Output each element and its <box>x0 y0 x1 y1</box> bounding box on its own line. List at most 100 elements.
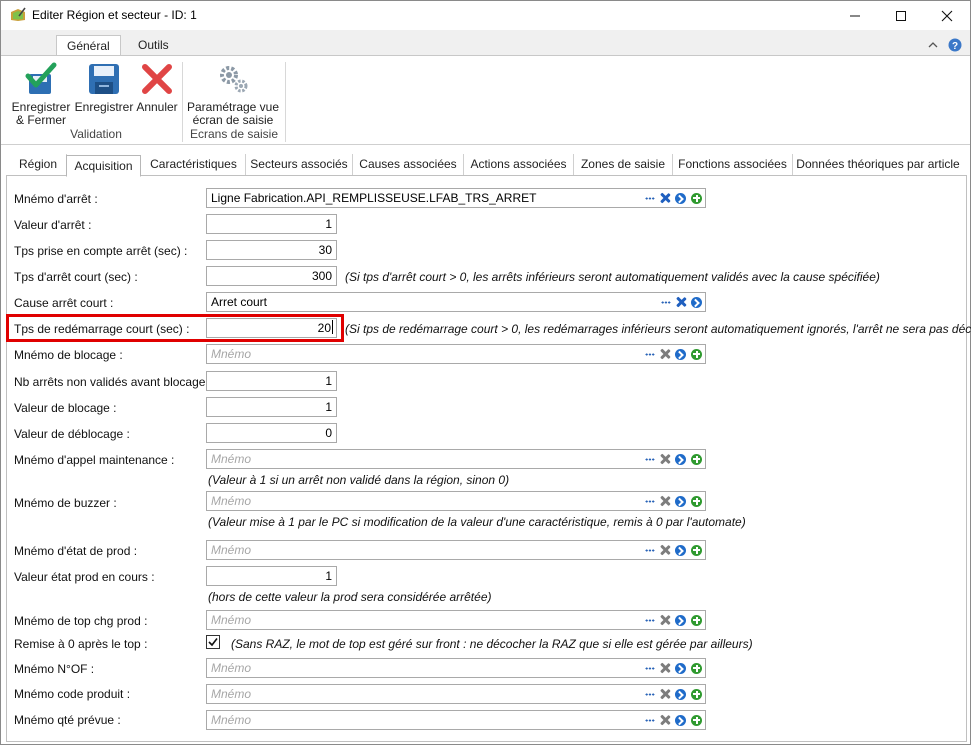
open-icon[interactable] <box>675 662 686 674</box>
remise-zero-checkbox[interactable] <box>206 635 220 649</box>
mnemo-top-chg-field[interactable]: Mnémo <box>206 610 706 630</box>
tab-acquisition[interactable]: Acquisition <box>66 155 141 177</box>
maximize-icon <box>896 10 906 21</box>
tps-redemarrage-field[interactable]: 20 <box>206 318 337 338</box>
add-icon[interactable] <box>691 348 702 360</box>
tab-actions-associees[interactable]: Actions associées <box>464 154 574 176</box>
browse-icon[interactable] <box>645 499 655 503</box>
add-icon[interactable] <box>691 714 702 726</box>
open-icon[interactable] <box>675 453 686 465</box>
valeur-etat-prod-field[interactable]: 1 <box>206 566 337 586</box>
browse-icon[interactable] <box>645 666 655 670</box>
mnemo-blocage-field[interactable]: Mnémo <box>206 344 706 364</box>
mnemo-code-produit-label: Mnémo code produit : <box>14 687 131 701</box>
open-icon[interactable] <box>675 614 686 626</box>
mnemo-maintenance-placeholder: Mnémo <box>211 452 252 466</box>
tps-prise-field[interactable]: 30 <box>206 240 337 260</box>
open-icon[interactable] <box>675 495 686 507</box>
tab-caracteristiques[interactable]: Caractéristiques <box>142 154 246 176</box>
valeur-arret-field[interactable]: 1 <box>206 214 337 234</box>
tab-secteurs-associes[interactable]: Secteurs associés <box>246 154 353 176</box>
tab-causes-associees[interactable]: Causes associées <box>353 154 464 176</box>
mnemo-arret-label: Mnémo d'arrêt : <box>14 192 98 206</box>
ribbon-tab-general[interactable]: Général <box>56 35 121 56</box>
clear-icon[interactable] <box>660 663 670 673</box>
browse-icon[interactable] <box>645 692 655 696</box>
field-actions <box>645 541 702 559</box>
tab-zones-de-saisie[interactable]: Zones de saisie <box>574 154 673 176</box>
valeur-blocage-field[interactable]: 1 <box>206 397 337 417</box>
add-icon[interactable] <box>691 192 702 204</box>
mnemo-etat-prod-label: Mnémo d'état de prod : <box>14 544 138 558</box>
mnemo-etat-prod-field[interactable]: Mnémo <box>206 540 706 560</box>
clear-icon[interactable] <box>676 297 686 307</box>
clear-icon[interactable] <box>660 545 670 555</box>
clear-icon[interactable] <box>660 689 670 699</box>
minimize-button[interactable] <box>832 1 878 30</box>
mnemo-maintenance-field[interactable]: Mnémo <box>206 449 706 469</box>
mnemo-blocage-placeholder: Mnémo <box>211 347 252 361</box>
open-icon[interactable] <box>675 714 686 726</box>
ribbon-tab-tools[interactable]: Outils <box>128 35 179 56</box>
browse-icon[interactable] <box>645 548 655 552</box>
tab-region[interactable]: Région <box>10 154 67 176</box>
browse-icon[interactable] <box>645 718 655 722</box>
svg-text:?: ? <box>952 41 958 52</box>
window-title: Editer Région et secteur - ID: 1 <box>32 8 197 22</box>
clear-icon[interactable] <box>660 454 670 464</box>
clear-icon[interactable] <box>660 349 670 359</box>
open-icon[interactable] <box>691 296 702 308</box>
browse-icon[interactable] <box>645 196 655 200</box>
browse-icon[interactable] <box>645 352 655 356</box>
group-label-screens: Ecrans de saisie <box>189 127 279 141</box>
add-icon[interactable] <box>691 688 702 700</box>
open-icon[interactable] <box>675 348 686 360</box>
title-bar: Editer Région et secteur - ID: 1 <box>1 1 970 30</box>
valeur-deblocage-field[interactable]: 0 <box>206 423 337 443</box>
close-button[interactable] <box>924 1 970 30</box>
cancel-label: Annuler <box>136 100 178 114</box>
cancel-button[interactable]: Annuler <box>135 62 179 114</box>
clear-icon[interactable] <box>660 615 670 625</box>
tps-prise-label: Tps prise en compte arrêt (sec) : <box>14 244 188 258</box>
mnemo-qte-prevue-field[interactable]: Mnémo <box>206 710 706 730</box>
help-icon[interactable]: ? <box>948 38 962 52</box>
mnemo-buzzer-field[interactable]: Mnémo <box>206 491 706 511</box>
cancel-icon <box>142 64 172 94</box>
clear-icon[interactable] <box>660 496 670 506</box>
collapse-ribbon-icon[interactable] <box>928 41 938 49</box>
mnemo-buzzer-label: Mnémo de buzzer : <box>14 496 117 510</box>
browse-icon[interactable] <box>661 300 671 304</box>
mnemo-code-produit-field[interactable]: Mnémo <box>206 684 706 704</box>
browse-icon[interactable] <box>645 618 655 622</box>
clear-icon[interactable] <box>660 715 670 725</box>
field-actions <box>645 345 702 363</box>
maximize-button[interactable] <box>878 1 924 30</box>
add-icon[interactable] <box>691 495 702 507</box>
tab-fonctions-associees[interactable]: Fonctions associées <box>673 154 793 176</box>
close-icon <box>941 10 953 21</box>
add-icon[interactable] <box>691 453 702 465</box>
tab-donnees-theoriques[interactable]: Données théoriques par article <box>793 154 963 176</box>
open-icon[interactable] <box>675 192 686 204</box>
nb-arrets-field[interactable]: 1 <box>206 371 337 391</box>
tps-arret-court-field[interactable]: 300 <box>206 266 337 286</box>
add-icon[interactable] <box>691 662 702 674</box>
open-icon[interactable] <box>675 688 686 700</box>
browse-icon[interactable] <box>645 457 655 461</box>
screen-config-button[interactable]: Paramétrage vue écran de saisie <box>186 62 280 127</box>
open-icon[interactable] <box>675 544 686 556</box>
add-icon[interactable] <box>691 614 702 626</box>
save-close-icon <box>25 62 57 94</box>
mnemo-of-field[interactable]: Mnémo <box>206 658 706 678</box>
ribbon: Enregistrer & Fermer Enregistrer Annuler… <box>1 55 970 145</box>
cause-arret-court-field[interactable]: Arret court <box>206 292 706 312</box>
screen-config-label-2: écran de saisie <box>192 113 274 127</box>
mnemo-arret-field[interactable]: Ligne Fabrication.API_REMPLISSEUSE.LFAB_… <box>206 188 706 208</box>
save-button[interactable]: Enregistrer <box>74 62 134 114</box>
clear-icon[interactable] <box>660 193 670 203</box>
add-icon[interactable] <box>691 544 702 556</box>
field-actions <box>645 685 702 703</box>
save-close-button[interactable]: Enregistrer & Fermer <box>10 62 72 127</box>
app-icon <box>11 7 26 21</box>
